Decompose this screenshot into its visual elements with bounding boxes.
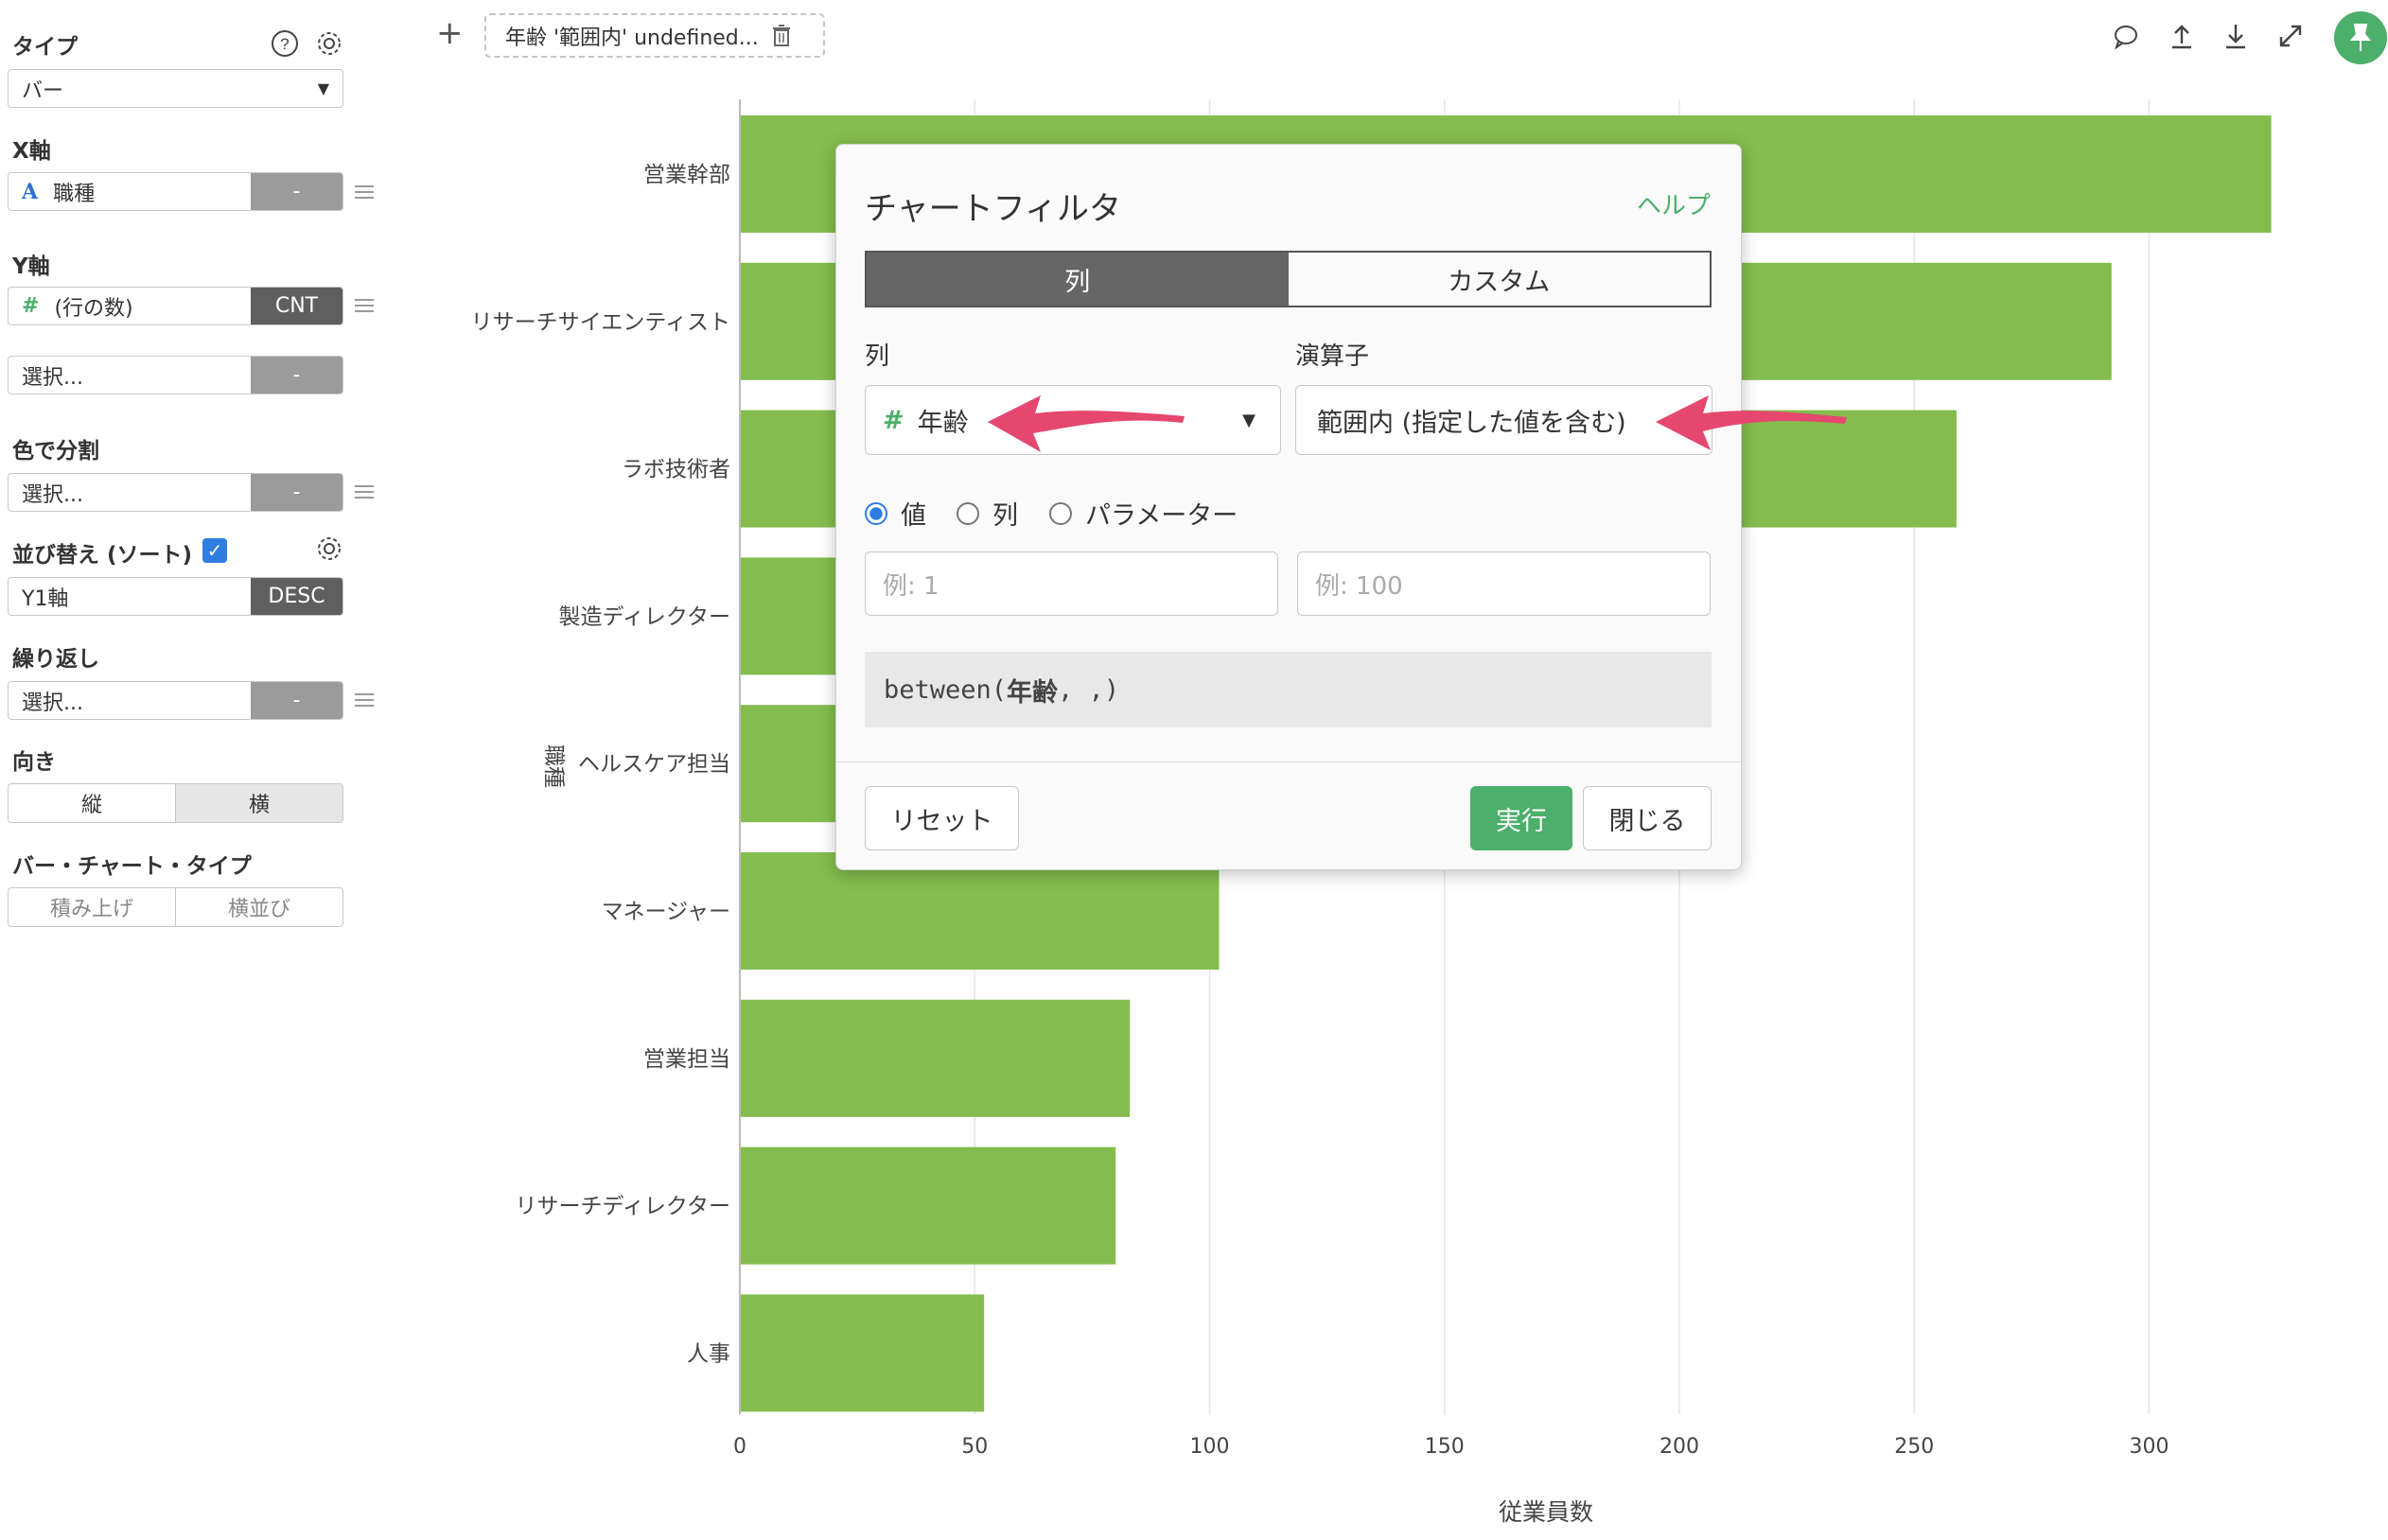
expression-preview: between( 年齢 , ,) [865,652,1712,727]
expression-prefix: between( [884,674,1008,705]
radio-column[interactable]: 列 [957,495,1018,532]
radio-column-button[interactable] [957,501,979,525]
column-select[interactable]: # 年齢 ▼ [865,385,1281,455]
run-button[interactable]: 実行 [1470,786,1572,850]
tab-custom[interactable]: カスタム [1289,253,1711,306]
y-tick-label: マネージャー [602,900,730,924]
bar[interactable] [740,1146,1116,1265]
bar[interactable] [740,1294,985,1412]
chevron-down-icon: ▼ [1242,410,1255,430]
x-tick-label: 100 [1190,1435,1230,1459]
column-value: 年齢 [917,408,969,438]
bar[interactable] [740,999,1131,1117]
y-tick-label: リサーチディレクター [516,1195,730,1219]
x-tick-label: 200 [1659,1435,1699,1459]
filter-mode-tabs: 列 カスタム [865,251,1712,307]
operator-select[interactable]: 範囲内 (指定した値を含む) [1295,385,1712,455]
radio-parameter-button[interactable] [1049,501,1072,525]
dialog-title: チャートフィルタ [865,190,1121,228]
y-tick-label: ヘルスケア担当 [578,752,730,777]
close-button[interactable]: 閉じる [1583,786,1712,850]
expression-suffix: , ,) [1058,674,1120,705]
dialog-divider [836,761,1741,762]
x-axis-tick-labels: 0 50 100 150 200 250 300 [733,1435,2169,1459]
y-axis-tick-labels: 営業幹部リサーチサイエンティストラボ技術者製造ディレクターヘルスケア担当マネージ… [471,163,730,1366]
y-axis-title: 職種 [541,744,566,788]
y-tick-label: 営業幹部 [643,163,730,187]
x-tick-label: 300 [2130,1435,2169,1459]
column-label: 列 [865,342,890,371]
radio-value-label: 値 [901,501,926,531]
x-tick-label: 50 [961,1435,988,1459]
operator-value: 範囲内 (指定した値を含む) [1317,408,1626,438]
range-min-input[interactable]: 例: 1 [865,551,1278,616]
y-tick-label: 人事 [687,1341,730,1366]
x-tick-label: 250 [1894,1435,1934,1459]
radio-parameter-label: パラメーター [1085,501,1238,531]
radio-value-button[interactable] [865,501,887,525]
y-tick-label: 営業担当 [643,1047,730,1072]
expression-column: 年齢 [1007,677,1059,708]
range-max-input[interactable]: 例: 100 [1297,551,1711,616]
operator-label: 演算子 [1295,342,1370,371]
x-tick-label: 150 [1425,1435,1465,1459]
y-tick-label: リサーチサイエンティスト [471,310,730,335]
reset-button[interactable]: リセット [865,786,1019,850]
y-tick-label: 製造ディレクター [559,604,730,629]
chart-filter-dialog: チャートフィルタ ヘルプ 列 カスタム 列 演算子 # 年齢 ▼ 範囲内 (指定… [835,144,1742,870]
y-tick-label: ラボ技術者 [622,458,730,482]
x-axis-title: 従業員数 [1499,1498,1593,1526]
radio-value[interactable]: 値 [865,495,926,532]
help-link[interactable]: ヘルプ [1637,186,1711,221]
x-tick-label: 0 [733,1435,746,1459]
number-type-icon: # [883,405,904,435]
radio-column-label: 列 [992,501,1018,531]
tab-column[interactable]: 列 [867,253,1289,306]
radio-parameter[interactable]: パラメーター [1049,495,1238,532]
